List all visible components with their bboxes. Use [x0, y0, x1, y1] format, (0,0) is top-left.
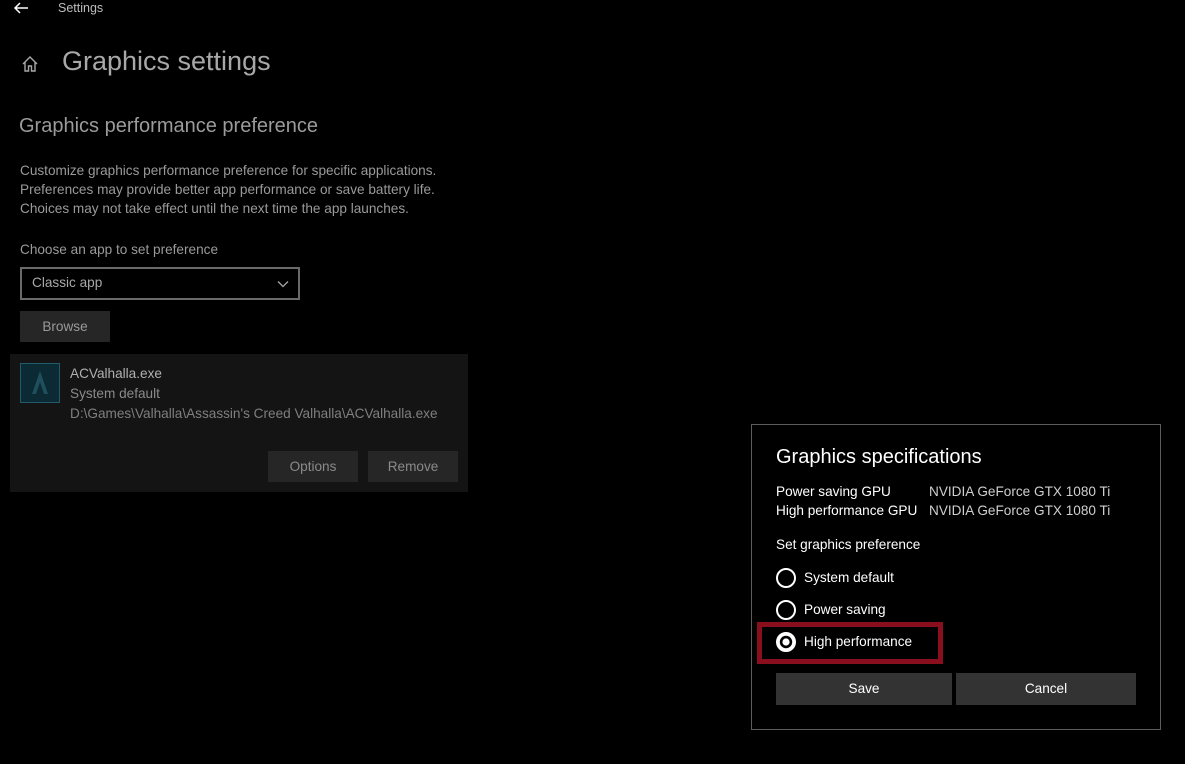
- assassins-creed-icon: [20, 363, 60, 403]
- dropdown-value: Classic app: [32, 275, 103, 290]
- choose-app-label: Choose an app to set preference: [20, 242, 218, 257]
- page-title: Graphics settings: [62, 46, 271, 76]
- radio-label[interactable]: High performance: [804, 634, 912, 649]
- home-icon[interactable]: [20, 54, 40, 74]
- app-type-dropdown[interactable]: Classic app: [20, 267, 300, 300]
- radio-power-saving[interactable]: [776, 600, 796, 620]
- dialog-title: Graphics specifications: [776, 446, 982, 468]
- spec-value: NVIDIA GeForce GTX 1080 Ti: [929, 503, 1111, 518]
- remove-button[interactable]: Remove: [368, 451, 458, 482]
- radio-high-performance[interactable]: [776, 632, 796, 652]
- radio-label[interactable]: System default: [804, 570, 894, 585]
- description-line: Choices may not take effect until the ne…: [20, 201, 409, 216]
- app-preference: System default: [70, 386, 160, 401]
- section-title: Graphics performance preference: [19, 115, 319, 137]
- chevron-down-icon: [277, 281, 289, 288]
- window-title: Settings: [58, 1, 104, 15]
- browse-button[interactable]: Browse: [20, 311, 110, 342]
- app-path: D:\Games\Valhalla\Assassin's Creed Valha…: [70, 406, 438, 421]
- back-arrow-icon[interactable]: [12, 0, 30, 16]
- set-preference-label: Set graphics preference: [776, 537, 921, 552]
- options-button[interactable]: Options: [268, 451, 358, 482]
- description-line: Preferences may provide better app perfo…: [20, 182, 435, 197]
- spec-label: High performance GPU: [776, 503, 918, 518]
- section-description: Customize graphics performance preferenc…: [20, 161, 436, 218]
- radio-label[interactable]: Power saving: [804, 602, 886, 617]
- spec-value: NVIDIA GeForce GTX 1080 Ti: [929, 484, 1111, 499]
- radio-system-default[interactable]: [776, 568, 796, 588]
- save-button[interactable]: Save: [776, 673, 952, 705]
- cancel-button[interactable]: Cancel: [956, 673, 1136, 705]
- spec-label: Power saving GPU: [776, 484, 891, 499]
- description-line: Customize graphics performance preferenc…: [20, 163, 437, 178]
- app-name: ACValhalla.exe: [70, 366, 162, 381]
